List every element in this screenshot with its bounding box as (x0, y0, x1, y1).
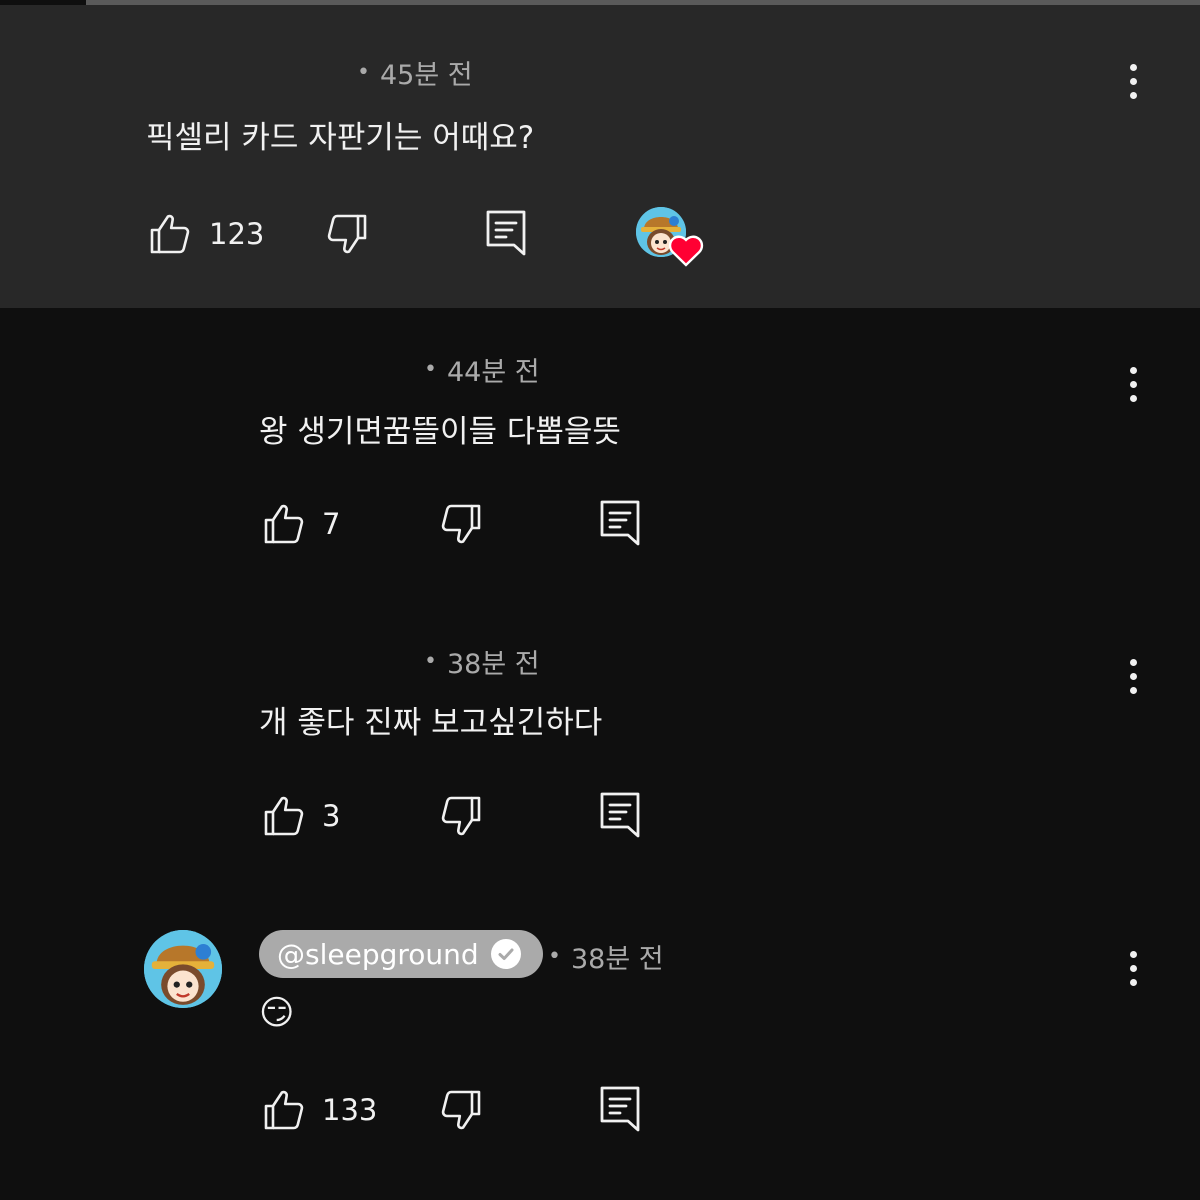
comment-meta: • 38분 전 (424, 642, 540, 681)
comment-meta: • 38분 전 (548, 937, 664, 976)
thumb-down-icon (441, 504, 481, 544)
author-name-chip[interactable]: @sleepground (259, 930, 543, 978)
reply-icon (600, 500, 640, 546)
reply-button[interactable] (596, 1083, 644, 1135)
more-options-button[interactable] (1113, 51, 1153, 111)
more-vertical-icon (1129, 366, 1137, 374)
avatar-icon (144, 930, 222, 1008)
meta-separator: • (424, 357, 437, 382)
reply-button[interactable] (482, 207, 530, 259)
comment-reply: • 38분 전 개 좋다 진짜 보고싶긴하다 3 (0, 600, 1200, 892)
like-count: 133 (322, 1093, 378, 1127)
heart-icon (668, 235, 704, 267)
like-button[interactable] (146, 210, 194, 258)
checkmark-icon (498, 948, 514, 960)
dislike-button[interactable] (323, 210, 371, 258)
like-button[interactable] (260, 1086, 308, 1134)
creator-heart-badge (668, 233, 704, 267)
verified-badge (490, 939, 521, 969)
comment-meta: • 45분 전 (357, 53, 473, 92)
reply-icon (600, 792, 640, 838)
thumb-down-icon (327, 214, 367, 254)
thumb-up-icon (150, 214, 190, 254)
meta-separator: • (424, 649, 437, 674)
more-options-button[interactable] (1113, 354, 1153, 414)
comment-text: 왕 생기면꿈뜰이들 다뽑을뜻 (259, 414, 621, 450)
reply-icon (600, 1086, 640, 1132)
author-handle: @sleepground (277, 937, 479, 971)
comment-meta: • 44분 전 (424, 350, 540, 389)
comment-time[interactable]: 45분 전 (380, 53, 473, 92)
comment-emoji: 😏 (259, 993, 295, 1033)
like-count: 7 (322, 507, 341, 541)
more-options-button[interactable] (1113, 646, 1153, 706)
thumb-down-icon (441, 796, 481, 836)
like-count: 3 (322, 799, 341, 833)
thumb-up-icon (264, 796, 304, 836)
more-vertical-icon (1129, 63, 1137, 71)
comment-time[interactable]: 44분 전 (447, 350, 540, 389)
comment-reply: • 44분 전 왕 생기면꿈뜰이들 다뽑을뜻 7 (0, 308, 1200, 600)
thumb-up-icon (264, 504, 304, 544)
more-vertical-icon (1129, 658, 1137, 666)
more-options-button[interactable] (1113, 938, 1153, 998)
comment-creator-reply: @sleepground • 38분 전 😏 133 (0, 892, 1200, 1200)
meta-separator: • (548, 944, 561, 969)
comment-time[interactable]: 38분 전 (447, 642, 540, 681)
comment-time[interactable]: 38분 전 (571, 937, 664, 976)
dislike-button[interactable] (437, 792, 485, 840)
thumb-up-icon (264, 1090, 304, 1130)
like-count: 123 (209, 217, 265, 251)
comment-text: 개 좋다 진짜 보고싶긴하다 (259, 705, 603, 741)
reply-button[interactable] (596, 497, 644, 549)
dislike-button[interactable] (437, 1086, 485, 1134)
reply-icon (486, 210, 526, 256)
comment-text: 픽셀리 카드 자판기는 어때요? (146, 120, 535, 156)
dislike-button[interactable] (437, 500, 485, 548)
meta-separator: • (357, 60, 370, 85)
like-button[interactable] (260, 792, 308, 840)
comment-highlighted: • 45분 전 픽셀리 카드 자판기는 어때요? 123 (0, 5, 1200, 308)
thumb-down-icon (441, 1090, 481, 1130)
comments-page: • 45분 전 픽셀리 카드 자판기는 어때요? 123 • 44분 전 왕 생… (0, 0, 1200, 1200)
like-button[interactable] (260, 500, 308, 548)
more-vertical-icon (1129, 950, 1137, 958)
author-avatar[interactable] (144, 930, 222, 1008)
reply-button[interactable] (596, 789, 644, 841)
